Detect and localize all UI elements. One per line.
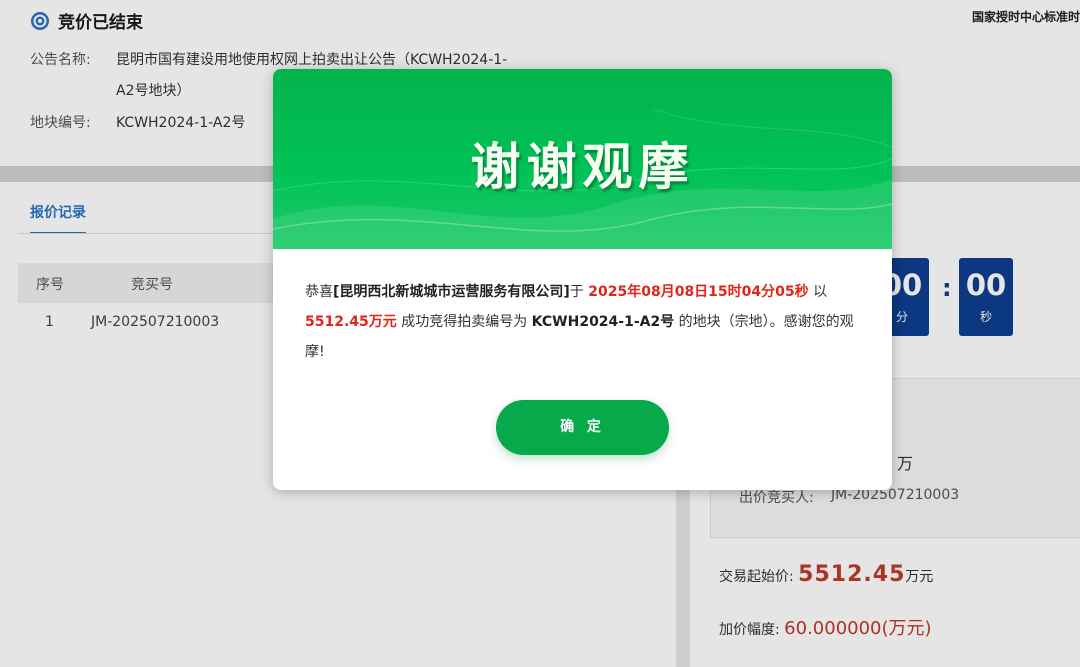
message-won: 成功竞得拍卖编号为 bbox=[396, 314, 532, 330]
win-time: 2025年08月08日15时04分05秒 bbox=[588, 284, 809, 300]
message-congrats: 恭喜 bbox=[305, 284, 333, 300]
win-price: 5512.45万元 bbox=[305, 314, 397, 330]
winner-company: [昆明西北新城城市运营服务有限公司] bbox=[333, 284, 570, 300]
banner-title: 谢谢观摩 bbox=[470, 137, 695, 196]
confirm-button[interactable]: 确 定 bbox=[496, 400, 669, 455]
modal-banner: 谢谢观摩 bbox=[273, 69, 892, 249]
message-at: 于 bbox=[569, 284, 589, 300]
result-modal: 谢谢观摩 恭喜[昆明西北新城城市运营服务有限公司]于 2025年08月08日15… bbox=[273, 69, 892, 490]
message-with: 以 bbox=[808, 284, 828, 300]
modal-message: 恭喜[昆明西北新城城市运营服务有限公司]于 2025年08月08日15时04分0… bbox=[305, 277, 865, 367]
auction-code: KCWH2024-1-A2号 bbox=[531, 314, 675, 330]
auction-page: 竞价已结束 国家授时中心标准时 公告名称: 昆明市国有建设用地使用权网上拍卖出让公… bbox=[0, 0, 1080, 667]
